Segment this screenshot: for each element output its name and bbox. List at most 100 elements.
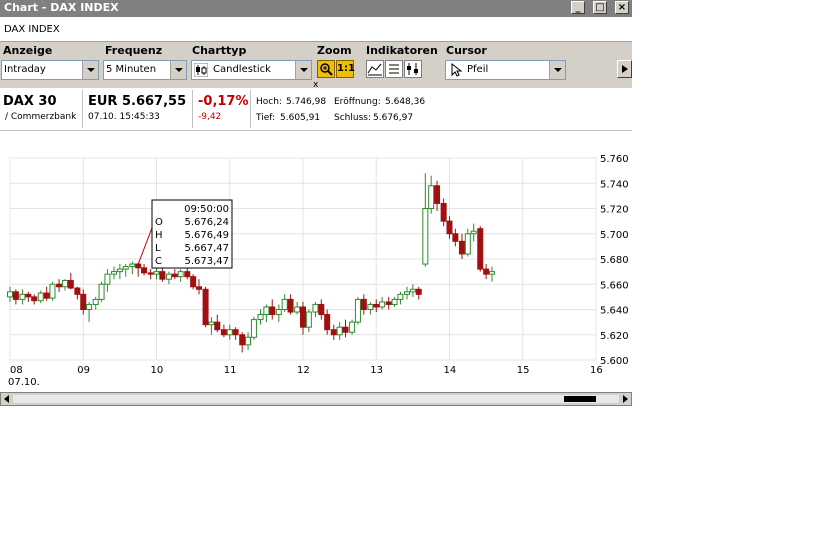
candle-body (135, 263, 142, 269)
candle-body (373, 303, 380, 308)
y-tick-label: 5.600 (600, 356, 629, 367)
close-button[interactable]: × (615, 1, 629, 14)
candle-body (404, 291, 411, 295)
candle-body (397, 293, 404, 300)
candle-body (7, 291, 13, 298)
maximize-button[interactable]: □ (593, 1, 607, 14)
scroll-track[interactable] (13, 395, 619, 403)
candle-body (208, 321, 215, 326)
y-tick-label: 5.740 (600, 179, 629, 190)
candle-body (25, 293, 32, 298)
instrument-subtitle: DAX INDEX (4, 24, 60, 35)
candle-body (220, 329, 227, 336)
x-tick-label: 08 (10, 365, 23, 376)
hoch-label: Hoch: (256, 97, 282, 107)
candle-body (367, 303, 374, 310)
candle-body (80, 293, 87, 311)
cursor-select[interactable]: Pfeil (445, 60, 566, 80)
anzeige-select[interactable]: Intraday (1, 60, 99, 80)
frequenz-label: Frequenz (105, 44, 163, 57)
change-percent: -0,17% (198, 94, 249, 109)
x-tick-label: 16 (590, 365, 603, 376)
eroeffnung-value: 5.648,36 (385, 97, 426, 107)
frequenz-select[interactable]: 5 Minuten (103, 60, 187, 80)
candlestick-chart[interactable]: 5.760 5.740 5.720 5.700 5.680 5.660 5.640 5.620… (0, 140, 632, 390)
candle-body (349, 321, 356, 333)
x-tick-label: 15 (517, 365, 530, 376)
candle-body (281, 298, 288, 310)
tooltip-value: 5.667,47 (184, 243, 229, 254)
candle-body (470, 230, 477, 235)
candle-body (232, 329, 239, 336)
tooltip-value: 5.676,24 (184, 217, 229, 228)
candle-body (67, 279, 74, 289)
scroll-left-icon[interactable] (2, 394, 12, 404)
candle-body (391, 298, 398, 305)
tooltip-key: L (155, 243, 161, 254)
candle-body (440, 202, 447, 222)
indicator-settings-icon (407, 63, 418, 75)
play-right-icon (622, 65, 628, 73)
chevron-down-icon[interactable] (295, 61, 311, 79)
indicator-line-button[interactable] (366, 60, 384, 78)
minimize-button[interactable]: _ (571, 1, 585, 14)
indikatoren-label: Indikatoren (366, 44, 438, 57)
candle-body (446, 220, 453, 235)
candle-body (263, 306, 270, 316)
schluss-label: Schluss: (334, 113, 371, 123)
chevron-down-icon[interactable] (549, 61, 565, 79)
candle-body (165, 273, 172, 280)
x-tick-label: 11 (224, 365, 237, 376)
toolbar-scroll-right-button[interactable] (617, 60, 632, 78)
tooltip-key: O (155, 217, 163, 228)
candle-body (257, 314, 264, 321)
candle-body (385, 301, 392, 305)
tooltip-value: 5.676,49 (184, 230, 229, 241)
eroeffnung-label: Eröffnung: (334, 97, 381, 107)
y-tick-label: 5.620 (600, 331, 629, 342)
exchange-name: / Commerzbank (5, 112, 77, 122)
y-tick-label: 5.660 (600, 280, 629, 291)
x-tick-label: 09 (77, 365, 90, 376)
chevron-down-icon[interactable] (82, 61, 98, 79)
candle-body (37, 292, 44, 302)
price-chart[interactable]: 5.760 5.740 5.720 5.700 5.680 5.660 5.640 5.620… (0, 140, 632, 390)
charttyp-select[interactable]: Candlestick (191, 60, 312, 80)
schluss-value: 5.676,97 (373, 113, 414, 123)
candle-body (98, 283, 105, 300)
candle-body (488, 271, 495, 275)
indicator-settings-button[interactable] (404, 60, 422, 78)
candle-body (184, 271, 191, 278)
line-chart-icon (367, 63, 382, 76)
tief-value: 5.605,91 (280, 113, 321, 123)
indicator-list-button[interactable] (385, 60, 403, 78)
divider (192, 90, 193, 128)
horizontal-scrollbar[interactable] (0, 392, 632, 406)
candle-body (214, 321, 221, 331)
zoom-reset-button[interactable]: 1:1 (336, 60, 355, 78)
scroll-thumb[interactable] (564, 396, 596, 402)
zoom-in-button[interactable] (317, 60, 335, 78)
x-tick-label: 13 (370, 365, 383, 376)
candle-body (434, 185, 441, 204)
candle-body (116, 268, 123, 273)
candle-body (171, 273, 178, 278)
candle-body (92, 298, 99, 305)
frequenz-value: 5 Minuten (106, 64, 157, 75)
anzeige-label: Anzeige (3, 44, 53, 57)
candle-body (483, 268, 490, 275)
candle-body (177, 271, 184, 278)
candle-body (74, 287, 81, 295)
x-date-label: 07.10. (8, 377, 40, 388)
candle-body (61, 279, 68, 288)
candle-body (294, 306, 301, 313)
chart-toolbar: Anzeige Intraday Frequenz 5 Minuten Char… (0, 41, 632, 90)
minimize-icon: _ (575, 2, 581, 13)
candle-body (49, 283, 56, 299)
scroll-right-icon[interactable] (620, 394, 630, 404)
quote-panel: DAX 30 / Commerzbank EUR 5.667,55 07.10.… (0, 88, 632, 131)
candle-body (422, 208, 429, 265)
cursor-value: Pfeil (467, 64, 489, 75)
chevron-down-icon[interactable] (170, 61, 186, 79)
tooltip-key: H (155, 230, 163, 241)
